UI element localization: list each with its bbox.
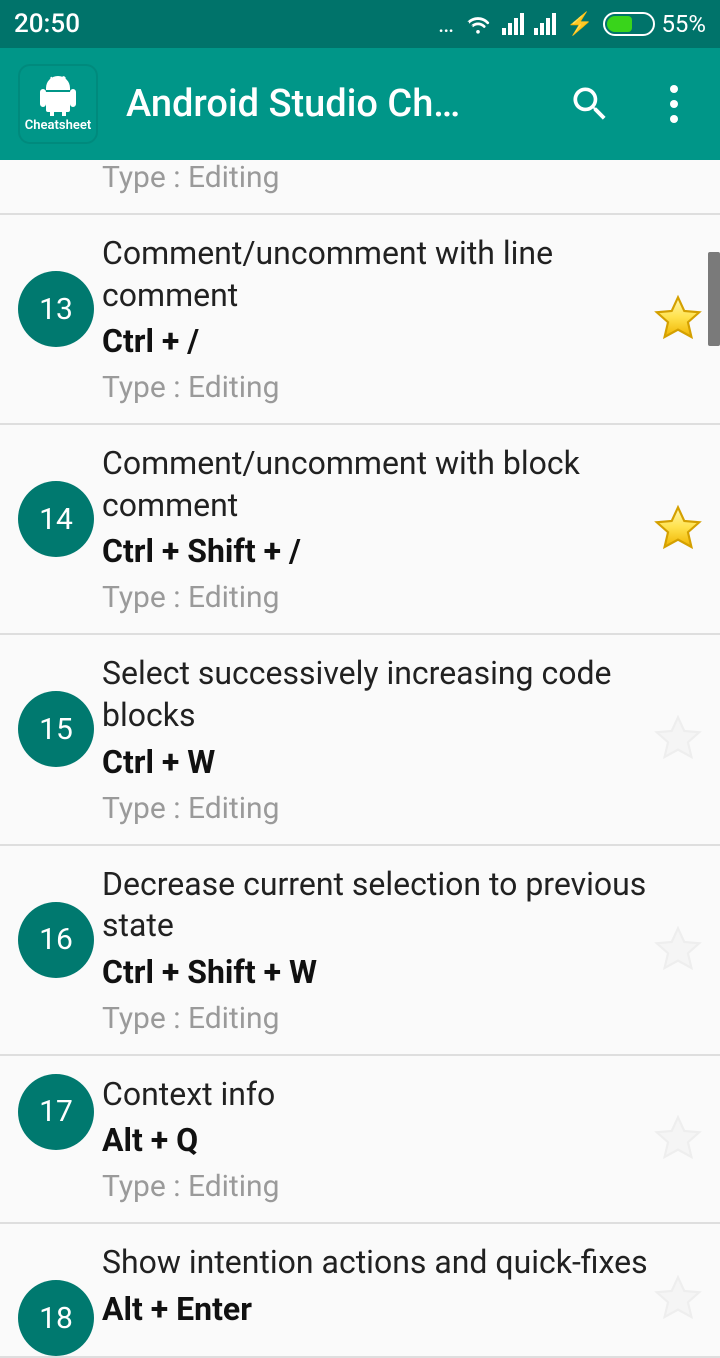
item-shortcut: Ctrl + Shift + / xyxy=(102,532,650,570)
shortcut-list[interactable]: Type : Editing 13 Comment/uncomment with… xyxy=(0,160,720,1358)
search-button[interactable] xyxy=(562,82,618,126)
app-bar: Cheatsheet Android Studio Ch… xyxy=(0,48,720,160)
status-bar: 20:50 … ⚡ 55% xyxy=(0,0,720,48)
search-icon xyxy=(568,82,612,126)
favorite-star-icon[interactable] xyxy=(650,293,706,345)
more-vert-icon xyxy=(670,85,678,123)
item-type: Type : Editing xyxy=(102,1169,650,1204)
signal-icon-1 xyxy=(502,13,524,35)
item-number-badge: 15 xyxy=(18,691,94,767)
item-shortcut: Alt + Q xyxy=(102,1121,650,1159)
item-number-badge: 18 xyxy=(18,1280,94,1356)
item-type: Type : Editing xyxy=(102,580,650,615)
list-item[interactable]: 14 Comment/uncomment with block comment … xyxy=(0,425,720,635)
item-title: Comment/uncomment with block comment xyxy=(102,443,650,526)
item-title: Decrease current selection to previous s… xyxy=(102,864,650,947)
favorite-star-icon[interactable] xyxy=(650,713,706,765)
favorite-star-icon[interactable] xyxy=(650,1113,706,1165)
scrollbar-thumb[interactable] xyxy=(708,252,720,346)
item-number-badge: 16 xyxy=(18,902,94,978)
item-number-badge: 13 xyxy=(18,271,94,347)
item-number-badge: 14 xyxy=(18,481,94,557)
list-item[interactable]: 16 Decrease current selection to previou… xyxy=(0,846,720,1056)
item-type: Type : Editing xyxy=(102,160,706,195)
status-icons: … ⚡ 55% xyxy=(438,10,706,38)
battery-icon: 55% xyxy=(603,10,706,38)
list-item[interactable]: 15 Select successively increasing code b… xyxy=(0,635,720,845)
more-icon: … xyxy=(438,10,454,38)
page-title: Android Studio Ch… xyxy=(126,82,534,126)
app-icon[interactable]: Cheatsheet xyxy=(18,64,98,144)
favorite-star-icon[interactable] xyxy=(650,924,706,976)
favorite-star-icon[interactable] xyxy=(650,1273,706,1325)
item-type: Type : Editing xyxy=(102,1001,650,1036)
list-item[interactable]: Type : Editing xyxy=(0,160,720,215)
item-shortcut: Ctrl + / xyxy=(102,322,650,360)
app-icon-caption: Cheatsheet xyxy=(25,118,91,133)
item-title: Comment/uncomment with line comment xyxy=(102,233,650,316)
list-item[interactable]: 18 Show intention actions and quick-fixe… xyxy=(0,1224,720,1358)
item-title: Select successively increasing code bloc… xyxy=(102,653,650,736)
list-item[interactable]: 17 Context info Alt + Q Type : Editing xyxy=(0,1056,720,1225)
item-number-badge: 17 xyxy=(18,1074,94,1150)
item-shortcut: Ctrl + W xyxy=(102,743,650,781)
signal-icon-2 xyxy=(534,13,556,35)
item-shortcut: Ctrl + Shift + W xyxy=(102,953,650,991)
favorite-star-icon[interactable] xyxy=(650,503,706,555)
item-type: Type : Editing xyxy=(102,370,650,405)
item-title: Context info xyxy=(102,1074,650,1116)
wifi-icon xyxy=(464,13,492,35)
overflow-menu-button[interactable] xyxy=(646,85,702,123)
list-item[interactable]: 13 Comment/uncomment with line comment C… xyxy=(0,215,720,425)
item-title: Show intention actions and quick-fixes xyxy=(102,1242,650,1284)
item-type: Type : Editing xyxy=(102,791,650,826)
item-shortcut: Alt + Enter xyxy=(102,1290,650,1328)
status-time: 20:50 xyxy=(14,9,80,39)
charging-icon: ⚡ xyxy=(566,12,593,37)
